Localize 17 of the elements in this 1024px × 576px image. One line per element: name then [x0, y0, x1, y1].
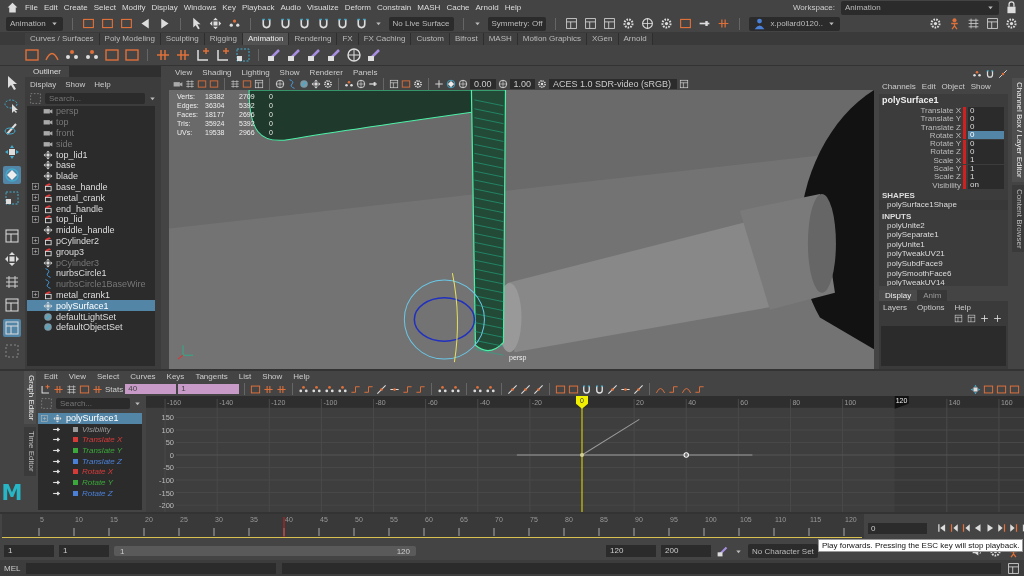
app-logo: M: [1, 483, 23, 504]
tooltip: Play forwards. Pressing the ESC key will stop playback.: [818, 539, 1024, 552]
channel-label: Visibility: [931, 180, 961, 190]
workspace-label: Workspace:: [792, 3, 835, 12]
stats-label: Stats: [105, 384, 124, 394]
channel-label: Rotate Z: [929, 147, 961, 157]
channel-label: Scale Z: [932, 172, 961, 182]
channel-label: Translate Z: [919, 122, 961, 132]
channel-label: Rotate Y: [929, 139, 961, 149]
channel-label: Translate X: [919, 106, 961, 115]
channel-label: Rotate X: [928, 130, 961, 140]
section-header: SHAPES: [881, 189, 916, 200]
channel-label: Scale Y: [932, 164, 961, 174]
section-header: INPUTS: [881, 210, 913, 221]
object-name: polySurface1: [881, 94, 940, 106]
channel-label: Translate Y: [919, 114, 961, 124]
channel-label: Scale X: [932, 155, 961, 165]
